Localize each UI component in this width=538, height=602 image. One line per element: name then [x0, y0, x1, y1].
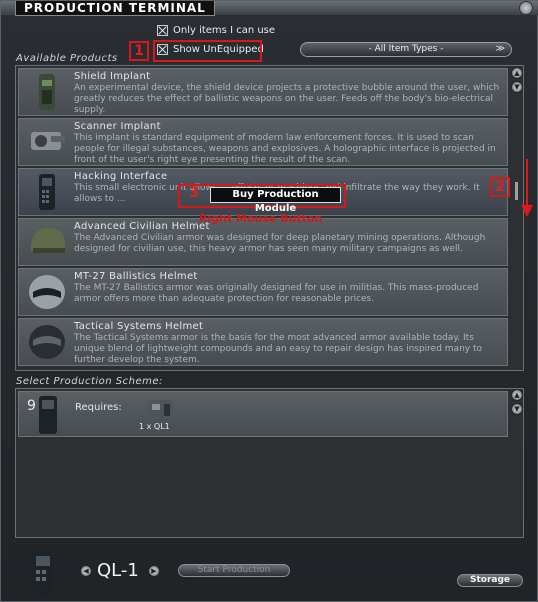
product-item-tactical-systems-helmet[interactable]: Tactical Systems Helmet The Tactical Sys…: [18, 318, 508, 366]
only-items-checkbox[interactable]: [157, 25, 168, 36]
product-item-shield-implant[interactable]: Shield Implant An experimental device, t…: [18, 68, 508, 116]
requires-label: Requires:: [75, 402, 122, 413]
product-name: MT-27 Ballistics Helmet: [74, 271, 198, 282]
production-terminal-window: PRODUCTION TERMINAL Only items I can use…: [0, 0, 538, 602]
scroll-arrow-annotation-icon: [521, 159, 533, 217]
helmet-icon: [31, 228, 65, 253]
annotation-1-highlight: [153, 40, 262, 62]
start-production-button[interactable]: Start Production: [178, 564, 290, 577]
close-icon[interactable]: [519, 1, 533, 15]
scroll-up-icon[interactable]: ▲: [511, 389, 523, 401]
shield-implant-icon: [39, 74, 55, 110]
scroll-down-icon[interactable]: ▼: [511, 81, 523, 93]
window-title: PRODUCTION TERMINAL: [15, 1, 215, 16]
product-name: Shield Implant: [74, 71, 151, 82]
required-item-label: 1 x QL1: [139, 422, 170, 431]
quality-level-value: QL-1: [97, 560, 139, 581]
product-name: Advanced Civilian Helmet: [74, 221, 210, 232]
annotation-2: 2: [490, 177, 510, 197]
scroll-up-icon[interactable]: ▲: [511, 67, 523, 79]
product-item-scanner-implant[interactable]: Scanner Implant This implant is standard…: [18, 118, 508, 166]
hacking-interface-icon: [39, 174, 55, 210]
product-list-scrollbar[interactable]: ▲ ▼: [511, 67, 523, 367]
item-types-value: - All Item Types -: [368, 44, 444, 54]
scanner-implant-icon: [31, 132, 65, 150]
product-item-advanced-civilian-helmet[interactable]: Advanced Civilian Helmet The Advanced Ci…: [18, 218, 508, 266]
helmet-icon: [29, 325, 65, 359]
right-mouse-button-note: Right Mouse Button: [199, 212, 323, 225]
chevron-down-icon: ≫: [495, 44, 505, 54]
product-description: An experimental device, the shield devic…: [74, 83, 500, 115]
product-description: The MT-27 Ballistics armor was originall…: [74, 283, 479, 304]
product-name: Scanner Implant: [74, 121, 161, 132]
item-types-dropdown[interactable]: - All Item Types - ≫: [300, 42, 512, 57]
title-bar[interactable]: PRODUCTION TERMINAL: [1, 1, 538, 16]
storage-button[interactable]: Storage: [457, 574, 523, 587]
product-name: Tactical Systems Helmet: [74, 321, 204, 332]
scroll-thumb[interactable]: [515, 182, 518, 200]
scheme-count: 9: [27, 398, 36, 414]
only-items-checkbox-row[interactable]: Only items I can use: [157, 25, 275, 36]
product-name: Hacking Interface: [74, 171, 168, 182]
quality-decrease-icon[interactable]: ◀: [80, 565, 92, 577]
product-description: This implant is standard equipment of mo…: [74, 133, 496, 165]
scheme-row[interactable]: 9 Requires: 1 x QL1: [18, 391, 508, 437]
annotation-3: 3: [189, 185, 199, 201]
scheme-list-scrollbar[interactable]: ▲ ▼: [511, 389, 523, 539]
scroll-down-icon[interactable]: ▼: [511, 403, 523, 415]
production-scheme-panel: 9 Requires: 1 x QL1: [15, 388, 524, 538]
available-products-label: Available Products: [16, 53, 118, 64]
hacking-interface-icon: [39, 396, 57, 434]
select-scheme-label: Select Production Scheme:: [16, 376, 163, 387]
quality-increase-icon[interactable]: ▶: [148, 565, 160, 577]
product-description: The Advanced Civilian armor was designed…: [74, 233, 486, 254]
helmet-icon: [29, 275, 65, 309]
annotation-1: 1: [129, 41, 149, 61]
only-items-label: Only items I can use: [173, 25, 276, 36]
hacking-interface-icon: [33, 552, 53, 594]
buy-production-module-menu-item[interactable]: Buy Production Module: [210, 187, 341, 214]
product-description: The Tactical Systems armor is the basis …: [74, 333, 482, 365]
product-item-mt27-ballistics-helmet[interactable]: MT-27 Ballistics Helmet The MT-27 Ballis…: [18, 268, 508, 316]
